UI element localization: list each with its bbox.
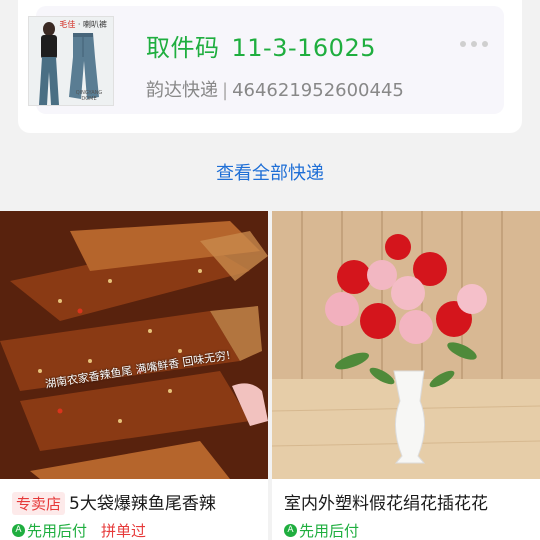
- product-image-flowers[interactable]: [272, 211, 540, 479]
- pickup-code-line: 取件码 11-3-16025: [146, 28, 376, 63]
- carrier-line: 韵达快递 | 464621952600445: [146, 76, 404, 102]
- spicy-fish-tail-image: [0, 211, 268, 479]
- carrier-separator: |: [222, 80, 229, 101]
- flower-vase-image: [272, 211, 540, 479]
- pay-later-tag: 先用后付: [299, 522, 360, 540]
- thumbnail-caption: QINGYANG DOME: [75, 90, 103, 102]
- group-buy-tag: 拼单过: [101, 522, 147, 540]
- tracking-number: 464621952600445: [232, 80, 404, 101]
- product-title-text[interactable]: 室内外塑料假花绢花插花花: [284, 489, 536, 514]
- pay-later-icon: A: [284, 524, 297, 537]
- product-title-text: 5大袋爆辣鱼尾香辣: [69, 494, 216, 514]
- product-title[interactable]: 专卖店 5大袋爆辣鱼尾香辣: [12, 489, 264, 515]
- pickup-code: 11-3-16025: [231, 34, 376, 62]
- pickup-label: 取件码: [146, 34, 220, 62]
- parcel-product-thumbnail: 毛佳 · 喇叭裤 QINGYANG DOME: [28, 16, 114, 106]
- more-options-icon[interactable]: [460, 41, 488, 47]
- product-image-fish-tail[interactable]: [0, 211, 268, 479]
- carrier-name: 韵达快递: [146, 80, 218, 101]
- product-tags: A 先用后付: [284, 520, 359, 540]
- product-card[interactable]: 室内外塑料假花绢花插花花 A 先用后付: [272, 211, 540, 540]
- pay-later-tag: 先用后付: [27, 522, 88, 540]
- thumbnail-brand-text: 毛佳 · 喇叭裤: [59, 20, 107, 29]
- view-all-parcels-link[interactable]: 查看全部快递: [0, 159, 540, 185]
- store-badge: 专卖店: [12, 492, 66, 515]
- product-tags: A 先用后付 拼单过: [12, 520, 146, 540]
- pay-later-icon: A: [12, 524, 25, 537]
